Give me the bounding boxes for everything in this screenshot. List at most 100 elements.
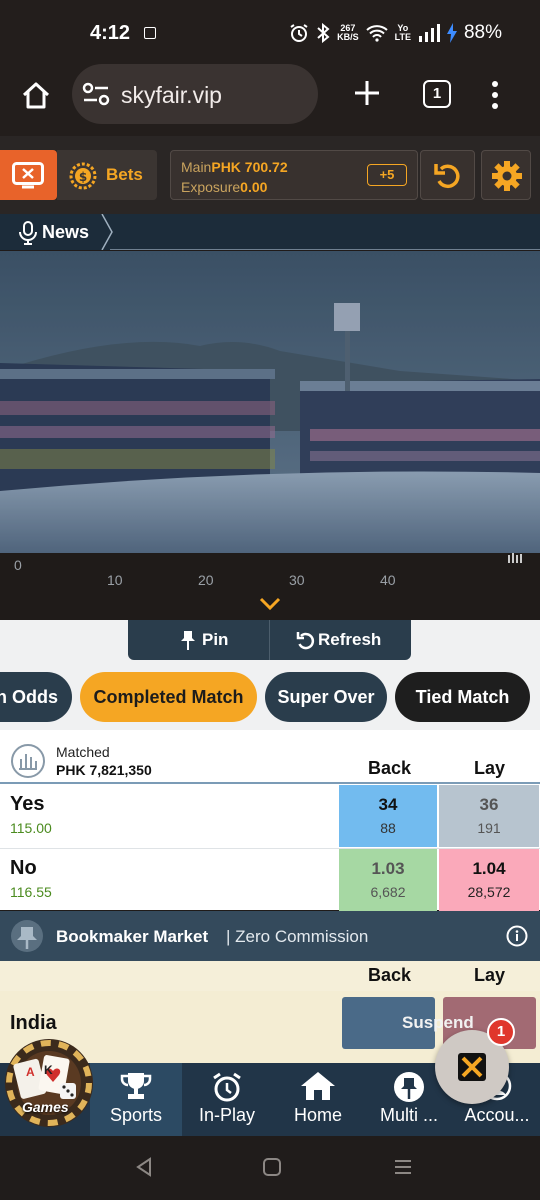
more-wallets-badge[interactable]: +5 (367, 164, 407, 186)
nav-label: Home (293, 1105, 342, 1125)
nav-in-play[interactable]: In-Play (182, 1063, 272, 1136)
timeline-tick: 40 (380, 572, 396, 588)
site-settings-icon[interactable] (82, 82, 110, 106)
home-icon (301, 1072, 335, 1100)
bets-label: Bets (106, 165, 143, 184)
timeline-tick: 10 (107, 572, 123, 588)
back-odds-button[interactable]: 34 88 (339, 785, 437, 847)
network-speed: 267 KB/S (337, 23, 359, 42)
back-odds-button[interactable]: 1.03 6,682 (339, 849, 437, 911)
stadium-video-frame (0, 251, 540, 553)
sim-card-icon (144, 27, 156, 39)
nav-label: Sports (109, 1105, 163, 1125)
refresh-icon (434, 164, 460, 189)
svg-text:$: $ (79, 170, 87, 184)
lay-odds-button[interactable]: 1.04 28,572 (439, 849, 539, 911)
matched-chart-icon (11, 744, 45, 778)
casino-chip-icon (5, 1039, 93, 1127)
status-time: 4:12 (90, 22, 131, 44)
news-arrow (101, 214, 113, 250)
pin-icon (394, 1072, 424, 1102)
exchange-icon (458, 1053, 486, 1081)
wallet-box: MainPHK 700.72 Exposure0.00 +5 (170, 150, 418, 200)
tab-switcher-button[interactable]: 1 (423, 80, 451, 108)
charging-icon (446, 23, 457, 43)
alarm-icon (290, 24, 308, 42)
bookmaker-lay-header: Lay (474, 965, 506, 985)
battery-percent: 88% (463, 22, 502, 43)
more-menu-icon[interactable] (490, 80, 500, 110)
exposure: Exposure0.00 (181, 179, 268, 195)
lay-header: Lay (474, 758, 506, 778)
microphone-icon (19, 221, 37, 245)
nav-label: Accou... (464, 1105, 530, 1125)
tab-match-odds[interactable]: h Odds (0, 672, 72, 722)
refresh-icon (296, 632, 315, 650)
new-tab-icon[interactable] (352, 78, 382, 108)
pin-icon (181, 631, 195, 650)
video-level-icon (508, 553, 522, 563)
gear-icon (492, 161, 522, 191)
runner-sub: 116.55 (10, 884, 52, 900)
bookmaker-back-header: Back (368, 965, 412, 985)
back-price: 34 (378, 795, 398, 814)
status-bar: 4:12 267 KB/S Yo LTE 88% (0, 0, 540, 66)
timeline-tick: 0 (14, 557, 22, 573)
main-balance: MainPHK 700.72 (181, 159, 288, 175)
back-price: 1.03 (371, 859, 405, 878)
tab-tied-match[interactable]: Tied Match (395, 672, 530, 722)
lay-price: 1.04 (472, 859, 506, 878)
nav-label: Multi ... (379, 1105, 438, 1125)
home-icon[interactable] (20, 80, 52, 112)
recent-apps-icon[interactable] (394, 1158, 412, 1176)
bluetooth-icon (317, 23, 330, 43)
nav-sports[interactable]: Sports (90, 1063, 182, 1136)
wifi-icon (365, 25, 388, 42)
card-rank: A (26, 1065, 35, 1079)
matched-value: PHK 7,821,350 (56, 762, 152, 778)
chevron-down-icon[interactable] (259, 597, 281, 611)
pin-label: Pin (202, 630, 229, 649)
lay-size: 191 (477, 820, 501, 836)
news-divider (110, 249, 540, 250)
tv-button[interactable] (0, 150, 57, 200)
pin-button[interactable]: Pin (128, 620, 269, 660)
nav-label: In-Play (198, 1105, 256, 1125)
live-video[interactable] (0, 251, 540, 553)
back-icon[interactable] (134, 1157, 154, 1177)
alarm-clock-icon (213, 1072, 241, 1102)
bookmaker-runner: India (10, 1012, 57, 1034)
news-label: News (42, 222, 90, 242)
refresh-button[interactable]: Refresh (269, 620, 411, 660)
settings-button[interactable] (481, 150, 531, 200)
status-right-icons: 267 KB/S Yo LTE 88% (289, 22, 502, 44)
tab-completed-match[interactable]: Completed Match (80, 672, 257, 722)
nav-home[interactable]: Home (272, 1063, 364, 1136)
timeline-tick: 20 (198, 572, 214, 588)
runner-name: Yes (10, 793, 45, 815)
timeline-tick: 30 (289, 572, 305, 588)
lay-price: 36 (479, 795, 499, 814)
url-text[interactable]: skyfair.vip (121, 82, 222, 109)
runner-sub: 115.00 (10, 820, 52, 836)
refresh-label: Refresh (318, 630, 382, 649)
games-label: Games (22, 1099, 69, 1115)
back-size: 88 (380, 820, 396, 836)
tv-icon (12, 162, 44, 189)
notification-badge: 1 (487, 1018, 515, 1046)
home-nav-icon[interactable] (263, 1158, 281, 1176)
tab-super-over[interactable]: Super Over (265, 672, 387, 722)
back-header: Back (368, 758, 412, 778)
lay-odds-button[interactable]: 36 191 (439, 785, 539, 847)
runner-name: No (10, 857, 37, 879)
bets-button[interactable]: $ Bets (57, 150, 157, 200)
bookmaker-subtitle: | Zero Commission (226, 927, 369, 946)
balance-refresh-button[interactable] (420, 150, 475, 200)
lte-indicator: Yo LTE (394, 23, 411, 42)
pin-icon[interactable] (10, 919, 44, 953)
matched-label: Matched (56, 744, 110, 760)
games-button[interactable]: A K Games (4, 1037, 94, 1129)
signal-icon (418, 24, 440, 42)
info-icon[interactable] (506, 925, 528, 947)
back-size: 6,682 (370, 884, 406, 900)
